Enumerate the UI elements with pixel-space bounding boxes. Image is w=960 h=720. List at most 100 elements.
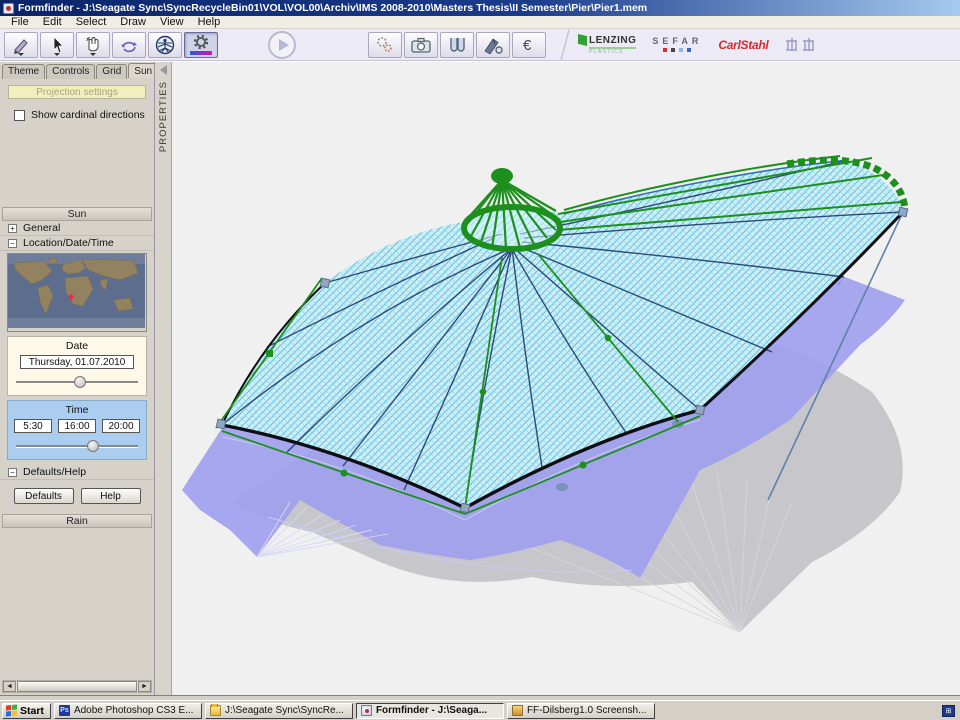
- image-file-icon: [512, 705, 523, 716]
- scroll-right-icon[interactable]: ►: [138, 681, 151, 692]
- dropdown-arrow-icon: [90, 53, 96, 56]
- world-map[interactable]: [7, 253, 147, 332]
- taskbar-item-photoshop[interactable]: Ps Adobe Photoshop CS3 E...: [54, 703, 202, 719]
- date-slider[interactable]: [14, 375, 140, 389]
- tab-controls[interactable]: Controls: [46, 64, 95, 79]
- sponsor-logos: LENZING PLASTICS SEFAR CarlStahl: [578, 34, 818, 55]
- menu-view[interactable]: View: [153, 16, 191, 28]
- cardinal-directions-label: Show cardinal directions: [31, 109, 145, 121]
- menu-draw[interactable]: Draw: [113, 16, 153, 28]
- time-field-current[interactable]: 16:00: [58, 419, 96, 433]
- dropdown-arrow-icon: [18, 53, 24, 56]
- settings-gear-icon: [192, 35, 210, 50]
- partner-logo: [784, 37, 818, 53]
- location-date-time-expander[interactable]: − Location/Date/Time: [0, 236, 154, 251]
- carlstahl-logo: CarlStahl: [718, 38, 768, 52]
- start-button[interactable]: Start: [2, 703, 51, 719]
- tab-theme[interactable]: Theme: [2, 64, 45, 79]
- defaults-button[interactable]: Defaults: [14, 488, 74, 504]
- tray-icon[interactable]: ⊞: [942, 705, 955, 717]
- menu-help[interactable]: Help: [191, 16, 228, 28]
- time-slider-thumb[interactable]: [87, 440, 99, 452]
- select-tool-button[interactable]: [40, 32, 74, 58]
- menu-edit[interactable]: Edit: [36, 16, 69, 28]
- model-viewport[interactable]: [172, 62, 960, 695]
- projection-settings-button[interactable]: Projection settings: [8, 85, 146, 99]
- title-bar: Formfinder - J:\Seagate Sync\SyncRecycle…: [0, 0, 960, 16]
- windows-logo-icon: [6, 704, 17, 716]
- human-scale-tool-button[interactable]: [148, 32, 182, 58]
- formfinding-gears-icon: [375, 36, 395, 54]
- vitruvian-man-icon: [154, 35, 176, 55]
- menu-file[interactable]: File: [4, 16, 36, 28]
- sun-settings-tool-button[interactable]: [184, 32, 218, 58]
- minus-icon[interactable]: −: [8, 239, 17, 248]
- euro-icon: €: [519, 36, 539, 54]
- folder-icon: [210, 705, 221, 716]
- gradient-bar-icon: [190, 51, 212, 55]
- taskbar-item-screenshot[interactable]: FF-Dilsberg1.0 Screensh...: [507, 703, 655, 719]
- time-slider[interactable]: [14, 439, 140, 453]
- orbit-tool-button[interactable]: [112, 32, 146, 58]
- date-panel: Date Thursday, 01.07.2010: [7, 336, 147, 396]
- select-cursor-icon: [47, 36, 67, 54]
- taskbar-item-formfinder[interactable]: Formfinder - J:\Seaga...: [356, 703, 504, 719]
- collapse-arrow-icon: [160, 65, 167, 75]
- date-slider-thumb[interactable]: [74, 376, 86, 388]
- general-expander[interactable]: + General: [0, 221, 154, 236]
- sefar-squares-icon: [652, 48, 702, 52]
- time-label: Time: [14, 404, 140, 416]
- grab-hand-icon: [83, 36, 103, 54]
- sun-section-header[interactable]: Sun: [2, 207, 152, 221]
- scroll-left-icon[interactable]: ◄: [3, 681, 16, 692]
- play-icon: [279, 39, 289, 51]
- taskbar-item-explorer[interactable]: J:\Seagate Sync\SyncRe...: [205, 703, 353, 719]
- tensile-membrane-model: [172, 62, 960, 696]
- time-field-end[interactable]: 20:00: [102, 419, 140, 433]
- menu-bar: File Edit Select Draw View Help: [0, 16, 960, 29]
- sidebar: Theme Controls Grid Sun Images Projectio…: [0, 62, 155, 695]
- help-button[interactable]: Help: [81, 488, 141, 504]
- cost-tool-button[interactable]: €: [512, 32, 546, 58]
- formfinder-icon: [361, 705, 372, 716]
- toolbar-separator: [558, 30, 572, 60]
- sidebar-tabs: Theme Controls Grid Sun Images: [0, 62, 154, 79]
- cardinal-directions-checkbox[interactable]: [14, 110, 25, 121]
- orbit-icon: [119, 36, 139, 54]
- grab-tool-button[interactable]: [76, 32, 110, 58]
- tab-grid[interactable]: Grid: [96, 64, 127, 79]
- sidebar-hscrollbar[interactable]: ◄ ►: [2, 680, 152, 693]
- mast-knob: [491, 168, 513, 184]
- formfinding-tool-button[interactable]: [368, 32, 402, 58]
- date-field[interactable]: Thursday, 01.07.2010: [20, 355, 134, 369]
- time-field-start[interactable]: 5:30: [14, 419, 52, 433]
- tab-sun[interactable]: Sun: [128, 63, 155, 78]
- play-button[interactable]: [268, 31, 296, 59]
- scrollbar-thumb[interactable]: [17, 681, 137, 692]
- columns-icon: [446, 36, 468, 54]
- taskbar: Start Ps Adobe Photoshop CS3 E... J:\Sea…: [0, 700, 960, 720]
- pen-tool-button[interactable]: [476, 32, 510, 58]
- dropdown-arrow-icon: [54, 53, 60, 56]
- snapshot-tool-button[interactable]: [404, 32, 438, 58]
- properties-collapsed-panel[interactable]: PROPERTIES: [155, 62, 172, 695]
- lenzing-flag-icon: [578, 34, 587, 46]
- columns-tool-button[interactable]: [440, 32, 474, 58]
- toolbar: € LENZING PLASTICS SEFAR CarlStahl: [0, 29, 960, 61]
- menu-select[interactable]: Select: [69, 16, 114, 28]
- plus-icon[interactable]: +: [8, 224, 17, 233]
- svg-text:€: €: [523, 37, 532, 54]
- location-marker: [68, 294, 73, 299]
- lenzing-logo: LENZING PLASTICS: [578, 34, 636, 55]
- minus-icon[interactable]: −: [8, 468, 17, 477]
- pen-icon: [482, 36, 504, 54]
- mast-ring: [464, 207, 560, 249]
- defaults-help-expander[interactable]: − Defaults/Help: [0, 465, 154, 480]
- sefar-logo: SEFAR: [652, 37, 702, 52]
- date-label: Date: [14, 340, 140, 352]
- draw-tool-button[interactable]: [4, 32, 38, 58]
- camera-icon: [410, 36, 432, 54]
- app-icon: [3, 3, 14, 14]
- photoshop-icon: Ps: [59, 705, 70, 716]
- rain-section-header[interactable]: Rain: [2, 514, 152, 528]
